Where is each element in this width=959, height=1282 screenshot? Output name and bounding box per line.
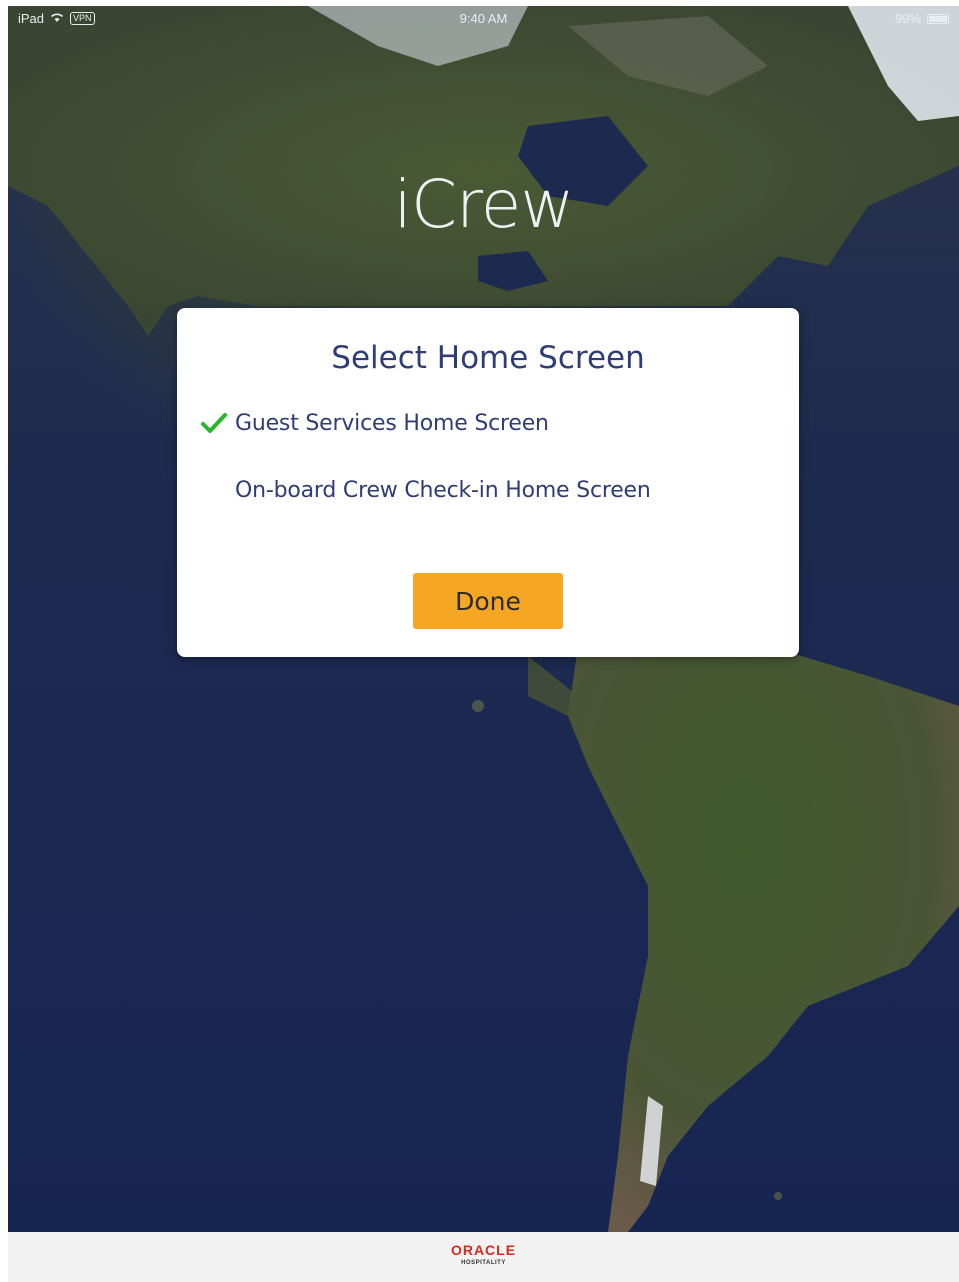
status-time: 9:40 AM xyxy=(459,11,508,26)
checkmark-icon xyxy=(201,412,235,434)
dialog-title: Select Home Screen xyxy=(331,340,645,376)
app-title: iCrew xyxy=(393,166,575,243)
done-button[interactable]: Done xyxy=(413,573,563,629)
select-home-screen-dialog: Select Home Screen Guest Services Home S… xyxy=(177,308,799,657)
option-guest-services[interactable]: Guest Services Home Screen xyxy=(201,403,775,443)
battery-fill xyxy=(929,15,947,22)
app-screen: iPad VPN 9:40 AM 99% iCrew Select Home S… xyxy=(8,6,959,1232)
logo-sub: HOSPITALITY xyxy=(461,1260,506,1266)
status-right: 99% xyxy=(895,11,949,26)
status-bar: iPad VPN 9:40 AM 99% xyxy=(8,6,959,30)
option-label: Guest Services Home Screen xyxy=(235,410,549,436)
footer: ORACLE HOSPITALITY xyxy=(8,1232,959,1282)
oracle-hospitality-logo: ORACLE HOSPITALITY xyxy=(8,1242,959,1266)
option-onboard-crew-checkin[interactable]: On-board Crew Check-in Home Screen xyxy=(201,470,775,510)
logo-brand: ORACLE xyxy=(450,1242,517,1258)
option-label: On-board Crew Check-in Home Screen xyxy=(235,477,651,503)
battery-percent: 99% xyxy=(894,11,921,26)
battery-icon xyxy=(927,13,949,24)
